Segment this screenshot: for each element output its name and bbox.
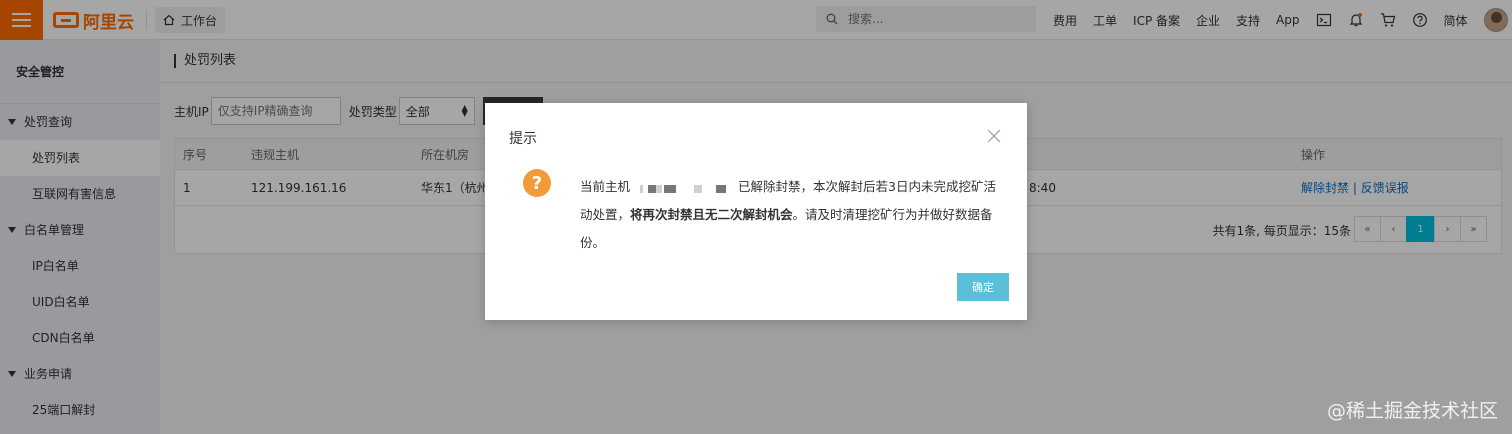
watermark: @稀土掘金技术社区 [1326,400,1498,422]
redacted-ip [634,182,734,194]
question-icon: ? [523,169,551,197]
message-bold: 将再次封禁且无二次解封机会 [630,207,793,222]
dialog-message: 当前主机 已解除封禁，本次解封后若3日内未完成挖矿活动处置，将再次封禁且无二次解… [580,173,1000,257]
message-prefix: 当前主机 [580,179,631,194]
dialog-title: 提示 [509,131,537,147]
close-icon[interactable] [987,129,1001,143]
prompt-dialog: 提示 ? 当前主机 已解除封禁，本次解封后若3日内未完成挖矿活动处置，将再次封禁… [485,103,1027,320]
confirm-button[interactable]: 确定 [957,273,1009,301]
